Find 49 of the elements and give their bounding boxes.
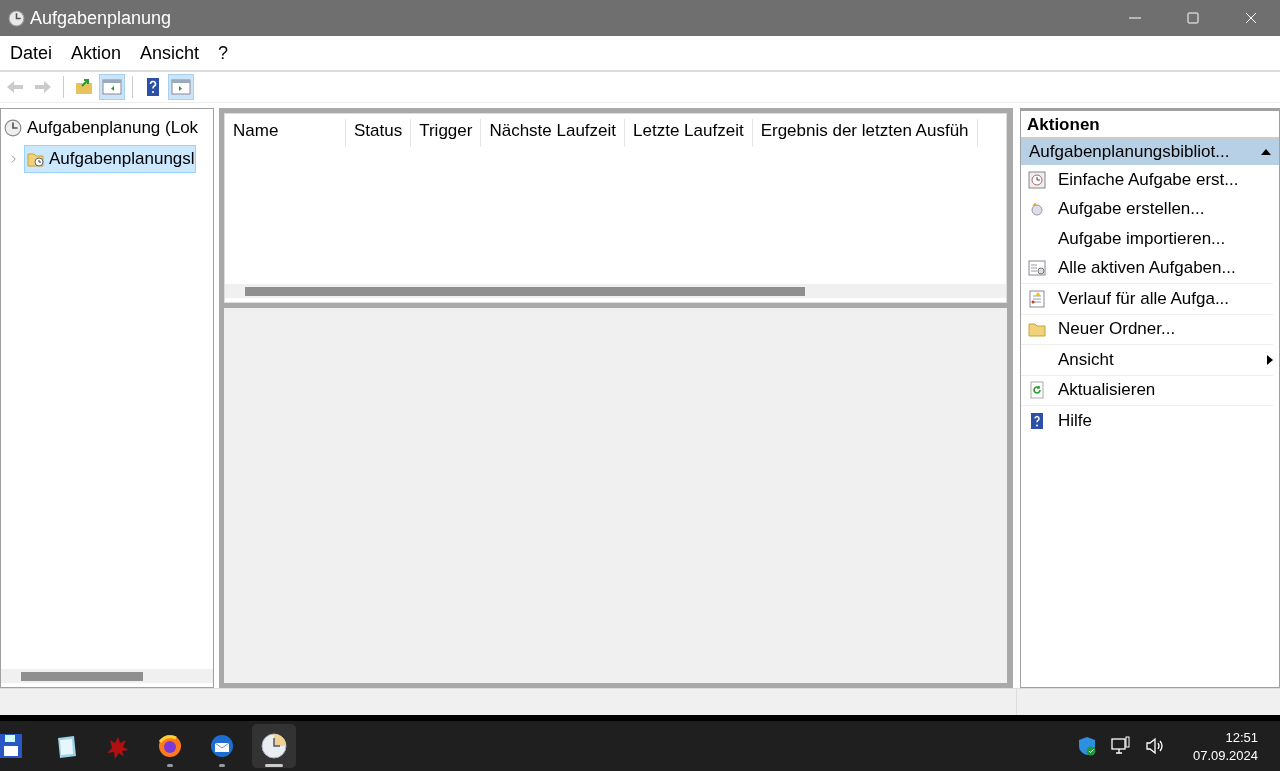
collapse-icon	[1261, 149, 1271, 155]
clock-icon	[4, 119, 22, 137]
column-header[interactable]: Trigger	[411, 119, 482, 147]
column-header[interactable]: Nächste Laufzeit	[481, 119, 626, 147]
network-icon[interactable]	[1110, 736, 1131, 756]
shield-icon[interactable]	[1076, 736, 1097, 756]
chevron-icon[interactable]	[10, 154, 17, 164]
fox-globe-icon	[156, 732, 184, 760]
menu-item[interactable]: Ansicht	[130, 42, 209, 64]
clock-icon	[8, 9, 25, 27]
clock-icon	[1028, 200, 1046, 219]
action-item[interactable]: Verlauf für alle Aufga...	[1021, 283, 1273, 314]
refresh-icon	[1028, 381, 1046, 400]
menu-item[interactable]: Datei	[0, 42, 62, 64]
menu-item[interactable]: ?	[208, 42, 238, 64]
log-icon	[1028, 289, 1046, 308]
clock-document-icon	[1028, 170, 1046, 189]
mail-icon	[208, 732, 236, 760]
folder-clock-icon	[27, 150, 45, 168]
scrollbar[interactable]	[225, 284, 1006, 298]
panel-icon[interactable]	[99, 74, 125, 100]
action-item[interactable]: Einfache Aufgabe erst...	[1021, 165, 1273, 195]
section-header[interactable]: Aufgabenplanungsbibliot...	[1021, 139, 1279, 165]
speaker-icon[interactable]	[1144, 736, 1165, 756]
action-item[interactable]: Aufgabe importieren...	[1021, 224, 1273, 254]
column-header[interactable]: Name	[225, 119, 346, 147]
clock-icon	[260, 732, 288, 760]
tree-item[interactable]: Aufgabenplanung (Lok	[1, 115, 213, 141]
date-text: 07.09.2024	[1192, 747, 1258, 763]
action-item[interactable]: Hilfe	[1021, 405, 1273, 436]
action-item[interactable]: Ansicht	[1021, 344, 1273, 375]
window-title: Aufgabenplanung	[30, 7, 172, 29]
folder-icon	[1028, 320, 1046, 339]
action-item[interactable]: Alle aktiven Aufgaben...	[1021, 253, 1273, 283]
time-text: 12:51	[1225, 729, 1258, 745]
submenu-arrow-icon	[1267, 354, 1273, 365]
list-clock-icon	[1028, 259, 1046, 278]
action-item[interactable]: Neuer Ordner...	[1021, 313, 1273, 344]
help-icon	[1028, 411, 1046, 430]
column-header[interactable]: Ergebnis der letzten Ausfüh	[752, 119, 978, 147]
scrollbar[interactable]	[1, 669, 213, 683]
tree-item[interactable]: Aufgabenplanungsl	[24, 145, 196, 173]
taskbar-button[interactable]	[252, 724, 296, 768]
menu-item[interactable]: Aktion	[61, 42, 131, 64]
column-header[interactable]: Letzte Laufzeit	[625, 119, 753, 147]
action-item[interactable]: Aufgabe erstellen...	[1021, 194, 1273, 224]
action-item[interactable]: Aktualisieren	[1021, 374, 1273, 405]
clock[interactable]: 12:51 07.09.2024	[1192, 729, 1258, 763]
column-header[interactable]: Status	[346, 119, 412, 147]
